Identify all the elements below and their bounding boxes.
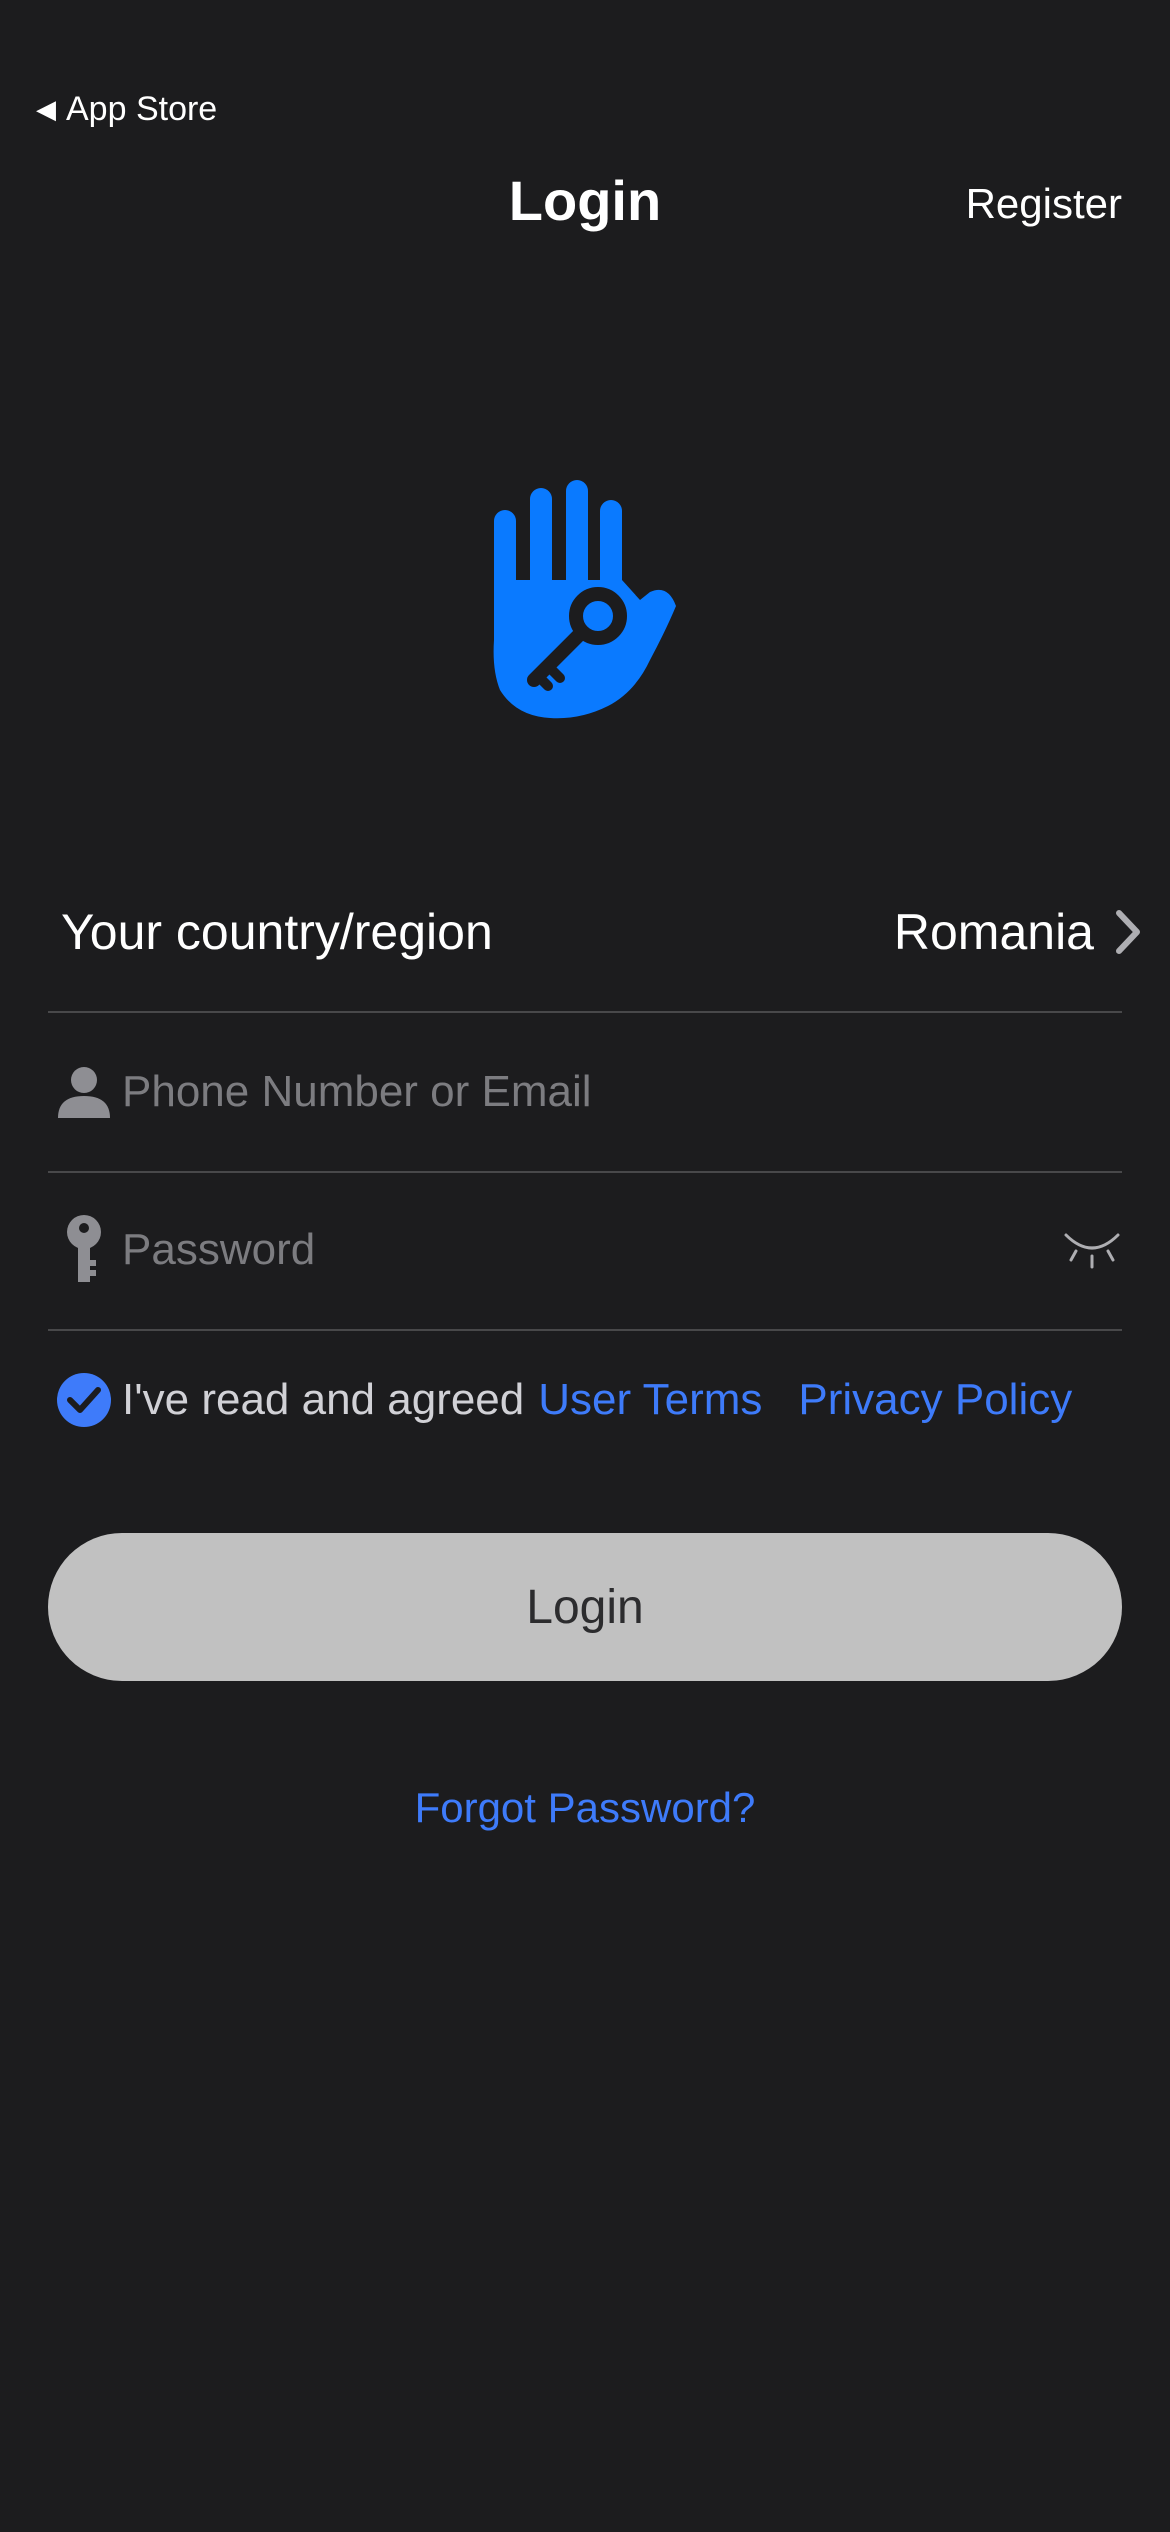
phone-email-row (48, 1013, 1122, 1173)
back-triangle-icon: ◀ (36, 94, 56, 124)
phone-email-input[interactable] (120, 1066, 1004, 1118)
eye-closed-icon[interactable] (1062, 1227, 1122, 1273)
privacy-policy-link[interactable]: Privacy Policy (798, 1375, 1072, 1425)
country-selector[interactable]: Romania (894, 903, 1142, 961)
user-terms-link[interactable]: User Terms (538, 1375, 762, 1425)
person-icon (54, 1052, 114, 1132)
checkmark-circle-icon[interactable] (56, 1372, 112, 1428)
country-region-row[interactable]: Your country/region Romania (48, 853, 1140, 1013)
forgot-password-link[interactable]: Forgot Password? (0, 1784, 1170, 1832)
agreement-row: I've read and agreed User Terms Privacy … (56, 1372, 1072, 1428)
agreement-text: I've read and agreed (122, 1375, 525, 1424)
password-row (48, 1171, 1122, 1331)
country-region-label: Your country/region (61, 904, 493, 960)
password-input[interactable] (120, 1224, 1004, 1276)
login-button[interactable]: Login (48, 1533, 1122, 1681)
hand-key-logo-icon (493, 480, 676, 719)
back-to-app-store[interactable]: ◀ App Store (36, 90, 217, 129)
key-icon (54, 1210, 114, 1290)
country-value: Romania (893, 904, 1094, 960)
chevron-right-icon (1116, 910, 1140, 954)
register-button[interactable]: Register (966, 180, 1122, 228)
back-label: App Store (66, 90, 218, 128)
